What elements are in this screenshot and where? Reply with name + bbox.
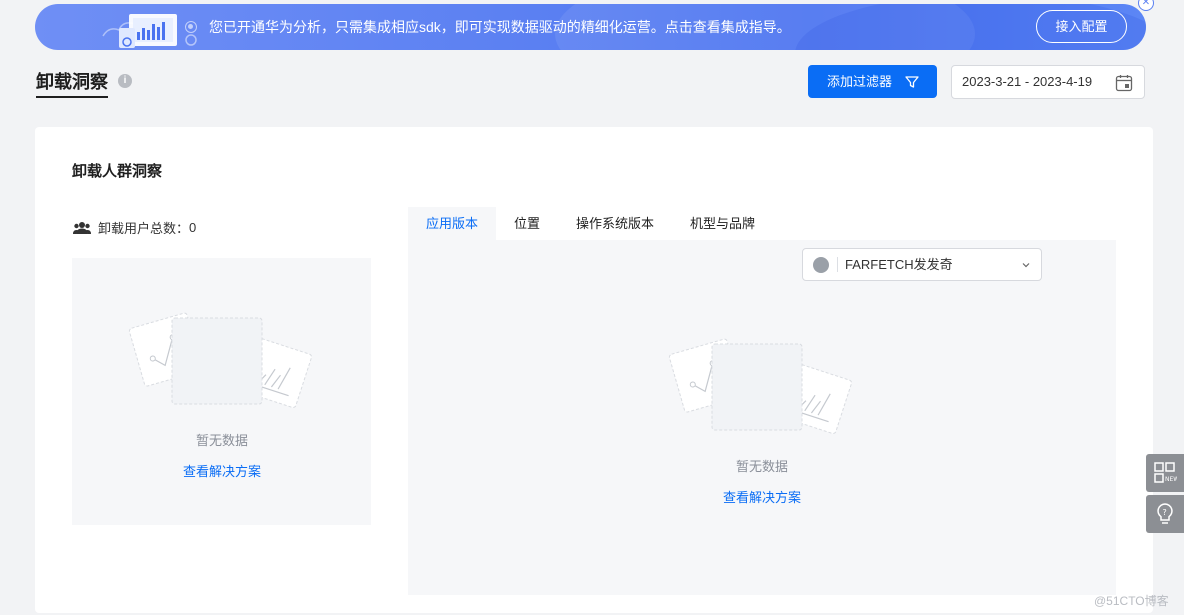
card-title: 卸载人群洞察 bbox=[72, 163, 163, 180]
banner-text[interactable]: 您已开通华为分析，只需集成相应sdk，即可实现数据驱动的精细化运营。点击查看集成… bbox=[209, 17, 791, 37]
calendar-icon bbox=[1115, 75, 1133, 92]
chevron-down-icon bbox=[1022, 263, 1030, 268]
banner-bullet-icon bbox=[185, 21, 197, 33]
tab-app-version[interactable]: 应用版本 bbox=[408, 207, 497, 240]
right-chart-panel: FARFETCH发发奇 暂无数据 查看解决方案 bbox=[408, 240, 1116, 595]
tab-os-version[interactable]: 操作系统版本 bbox=[558, 207, 672, 240]
users-count: 0 bbox=[189, 220, 197, 235]
new-features-icon: NEW bbox=[1154, 462, 1177, 483]
date-range-picker[interactable]: 2023-3-21 - 2023-4-19 bbox=[951, 65, 1145, 99]
left-chart-panel: 暂无数据 查看解决方案 bbox=[72, 258, 371, 525]
users-icon bbox=[73, 221, 91, 234]
integration-banner: 您已开通华为分析，只需集成相应sdk，即可实现数据驱动的精细化运营。点击查看集成… bbox=[35, 4, 1146, 50]
empty-message: 暂无数据 bbox=[195, 433, 248, 448]
users-label: 卸载用户总数： bbox=[98, 221, 190, 236]
app-logo-icon bbox=[813, 257, 829, 273]
add-filter-label: 添加过滤器 bbox=[827, 74, 893, 89]
tab-location[interactable]: 位置 bbox=[496, 207, 558, 240]
select-divider bbox=[837, 257, 838, 272]
dimension-tabs: 应用版本 位置 操作系统版本 机型与品牌 bbox=[408, 207, 773, 240]
lightbulb-icon: ? bbox=[1157, 503, 1173, 524]
page-title: 卸载洞察 bbox=[36, 68, 108, 98]
empty-state: 暂无数据 查看解决方案 bbox=[117, 308, 327, 480]
uninstall-insight-card: 卸载人群洞察 卸载用户总数： 0 暂无数据 查看解决方案 应用版本 位置 操作系… bbox=[35, 127, 1153, 613]
whats-new-button[interactable]: NEW bbox=[1146, 454, 1184, 492]
empty-state: 暂无数据 查看解决方案 bbox=[657, 334, 867, 506]
help-button[interactable]: ? bbox=[1146, 495, 1184, 533]
svg-text:NEW: NEW bbox=[1165, 476, 1177, 483]
svg-text:?: ? bbox=[1163, 508, 1167, 517]
no-data-illustration-icon bbox=[128, 312, 313, 409]
integrate-config-button[interactable]: 接入配置 bbox=[1036, 10, 1127, 43]
view-solution-link[interactable]: 查看解决方案 bbox=[657, 487, 867, 506]
add-filter-button[interactable]: 添加过滤器 bbox=[808, 65, 937, 98]
app-select[interactable]: FARFETCH发发奇 bbox=[802, 248, 1042, 281]
banner-close-icon[interactable]: ✕ bbox=[1138, 0, 1154, 11]
empty-message: 暂无数据 bbox=[735, 459, 788, 474]
info-icon[interactable]: i bbox=[118, 74, 132, 88]
tab-device-brand[interactable]: 机型与品牌 bbox=[672, 207, 773, 240]
no-data-illustration-icon bbox=[668, 338, 853, 435]
funnel-icon bbox=[905, 76, 919, 88]
uninstall-users-total: 卸载用户总数： 0 bbox=[73, 218, 196, 237]
app-select-value: FARFETCH发发奇 bbox=[845, 257, 953, 272]
watermark: @51CTO博客 bbox=[1094, 594, 1169, 608]
view-solution-link[interactable]: 查看解决方案 bbox=[117, 461, 327, 480]
date-range-value: 2023-3-21 - 2023-4-19 bbox=[962, 74, 1093, 89]
